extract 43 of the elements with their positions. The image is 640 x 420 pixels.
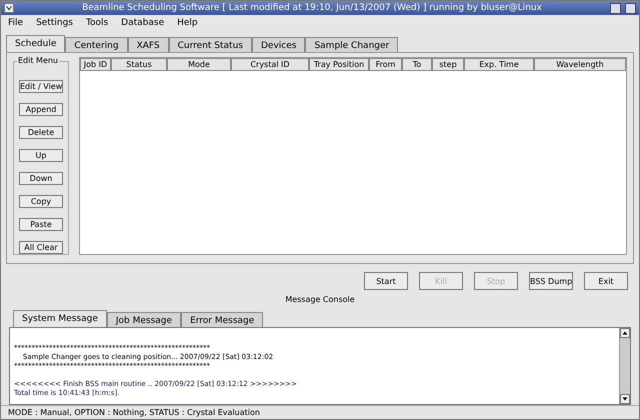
status-bar: MODE : Manual, OPTION : Nothing, STATUS : Crystal Evaluation [1,405,639,419]
scrollbar[interactable] [619,328,630,404]
menu-item[interactable]: File [8,18,24,28]
scroll-down-icon[interactable] [620,394,630,404]
column-header[interactable]: Mode [167,58,231,71]
tab[interactable]: Devices [252,37,306,52]
menu-item[interactable]: Help [177,18,198,28]
group-title: Edit Menu [17,56,59,65]
window-menu-icon[interactable] [4,3,14,13]
column-header[interactable]: Wavelength [534,58,626,71]
menu-item[interactable]: Tools [86,18,108,28]
tab[interactable]: Current Status [168,37,252,52]
menu-item[interactable]: Settings [36,18,73,28]
column-header[interactable]: Job ID [80,58,111,71]
tab[interactable]: XAFS [128,37,169,52]
edit-button[interactable]: Delete [19,126,63,139]
tab[interactable]: Sample Changer [305,37,398,52]
edit-button[interactable]: Up [19,149,63,162]
edit-button[interactable]: Append [19,103,63,116]
console-tab[interactable]: Error Message [181,312,264,327]
column-header[interactable]: Crystal ID [231,58,309,71]
action-button[interactable]: Exit [584,272,628,290]
edit-button[interactable]: Paste [19,218,63,231]
edit-button[interactable]: Down [19,172,63,185]
scroll-up-icon[interactable] [620,328,630,338]
action-button[interactable]: Start [364,272,408,290]
edit-button[interactable]: All Clear [19,241,63,254]
action-button[interactable]: BSS Dump [529,272,573,290]
column-header[interactable]: step [432,58,464,71]
console-title: Message Console [284,295,356,304]
console-tab[interactable]: System Message [13,310,107,327]
window-title: Beamline Scheduling Software [ Last modified at 19:10, Jun/13/2007 (Wed) ] running by bluser@Linux [81,3,543,13]
column-header[interactable]: Exp. Time [464,58,534,71]
column-header[interactable]: To [402,58,432,71]
console-tab[interactable]: Job Message [106,312,182,327]
column-header[interactable]: From [369,58,402,71]
edit-button[interactable]: Copy [19,195,63,208]
column-header[interactable]: Status [111,58,167,71]
menu-item[interactable]: Database [121,18,164,28]
column-header[interactable]: Tray Position [309,58,369,71]
tab[interactable]: Centering [65,37,128,52]
edit-button[interactable]: Edit / View [19,80,63,93]
tab[interactable]: Schedule [6,35,66,52]
